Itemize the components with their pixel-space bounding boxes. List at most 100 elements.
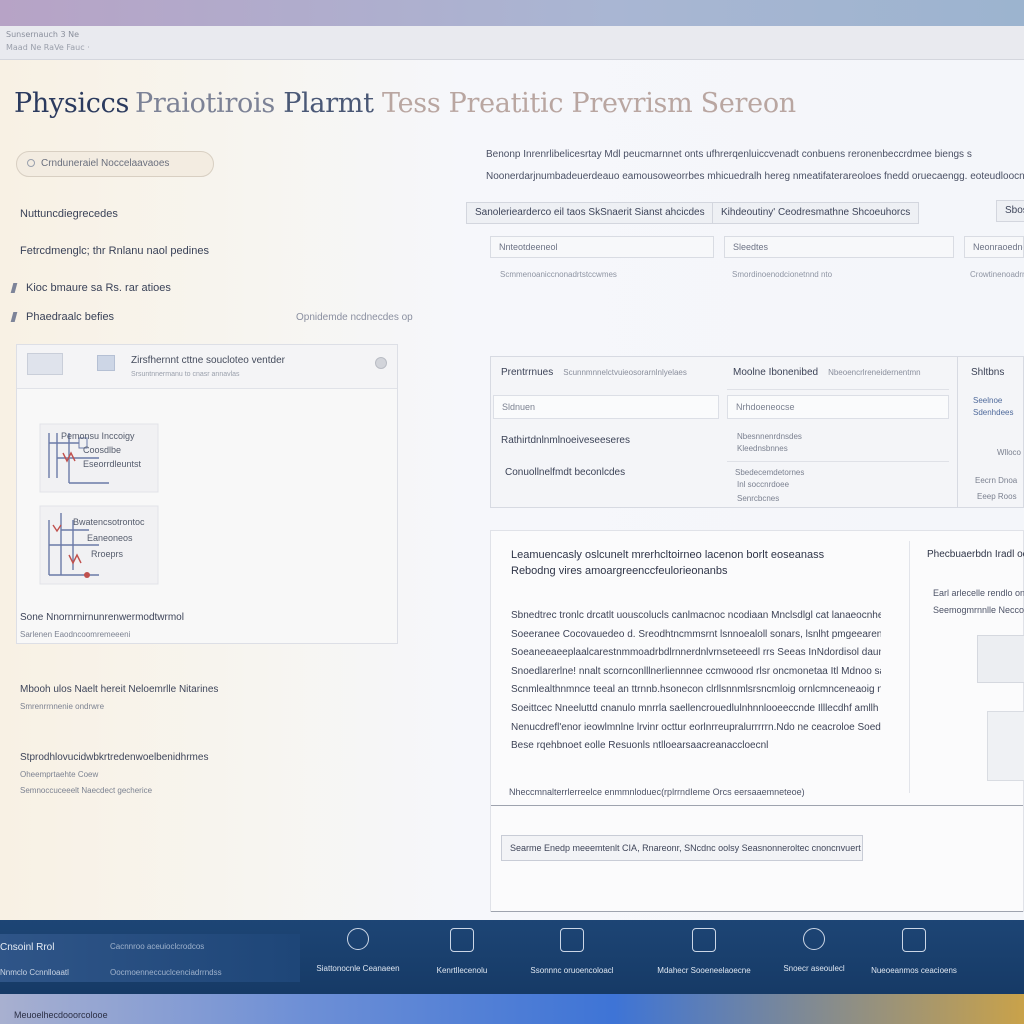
props-col2-c1: Senrcbcnes <box>737 494 780 503</box>
props-col2-b2: Inl soccnrdoee <box>737 480 790 489</box>
taskbar-item-6[interactable]: Nueoeanmos ceacioens <box>854 928 974 988</box>
circuit-2-label-1: Bwatencsotrontoc <box>73 517 145 527</box>
taskbar-info-panel[interactable]: Cnsoinl Rrol Nnmclo Ccnnlloaatl Cacnnroo… <box>0 934 300 982</box>
left-section-3: Stprodhlovucidwbkrtredenwoelbenidhrmes O… <box>20 752 208 795</box>
article-side-text: Earl arlecelle rendlo onee Seemogmrnnlle… <box>933 585 1024 619</box>
props-col3-t1[interactable]: Seelnoe <box>973 395 1002 407</box>
left-section-1: Sone Nnornrnirnunrenwermodtwrmol Sarlene… <box>20 612 184 639</box>
article-body-line: Bese rqehbnoet eolle Resuonls ntlloearsa… <box>511 740 769 752</box>
sidebar-link[interactable]: Opnidemde ncdnecdes op <box>296 312 413 323</box>
article-heading: Leamuencasly oslcunelt mrerhcltoirneo la… <box>511 547 824 579</box>
taskbar-info-line-1: Cnsoinl Rrol <box>0 942 55 953</box>
article-body-line: Nenucdrefl'enor ieowlmnlne lrvinr octtur… <box>511 721 881 733</box>
intro-text: Benonp Inrenrlibelicesrtay Mdl peucmarnn… <box>486 144 1024 188</box>
circuit-2-label-3: Rroeprs <box>91 549 124 559</box>
props-col1-input[interactable]: Sldnuen <box>493 395 719 419</box>
left-section-3-heading[interactable]: Stprodhlovucidwbkrtredenwoelbenidhrmes <box>20 752 208 763</box>
title-physics: Physiccs <box>14 88 129 119</box>
taskbar-item-3[interactable]: Ssonnnc oruoencoloacl <box>512 928 632 988</box>
props-col3-t3: Wlloco <box>997 448 1022 457</box>
props-col2-header: Moolne Ibonenibed Nbeoencrlreneidernentmn <box>733 367 921 378</box>
taskbar-item-1[interactable]: Siattonocnle Ceanaeen <box>298 928 418 988</box>
article-caption: Nheccmnalterrlerreelce enmmnloduec(rplrr… <box>509 787 805 797</box>
panel-icon <box>97 355 115 371</box>
left-section-3-sub2: Semnoccuceeelt Naecdect gecherice <box>20 786 153 795</box>
close-icon[interactable] <box>375 357 387 369</box>
taskbar-item-1-label: Siattonocnle Ceanaeen <box>316 964 400 973</box>
props-col3-t4: Eecrn Dnoa <box>975 476 1018 485</box>
taskbar-item-6-label: Nueoeanmos ceacioens <box>871 966 957 975</box>
calendar-icon <box>450 928 474 952</box>
system-top-bar <box>0 0 1024 26</box>
article-body-line: Snoedlarerlne! nnalt scornconlllnerlienn… <box>511 665 881 677</box>
article-thumbnail[interactable] <box>977 635 1024 683</box>
search-icon <box>27 159 35 168</box>
taskbar-item-4-label: Mdahecr Sooeneelaoecne <box>657 966 751 975</box>
taskbar-item-2-label: Kenrtllecenolu <box>436 966 488 975</box>
field-3-sub: Crowtinenoadrnoune <box>970 270 1024 279</box>
sidebar-item-2[interactable]: Fetrcdmenglc; thr Rnlanu naol pedines <box>20 245 209 257</box>
circuit-panel-title: Zirsfhernnt cttne soucloteo ventder <box>131 355 285 366</box>
title-part-3: Plarmt <box>283 88 374 119</box>
tab-1[interactable]: Sanoleriearderco eil taos SkSnaerit Sian… <box>466 202 714 224</box>
tab-3[interactable]: Sbos <box>996 200 1024 222</box>
article-panel: Leamuencasly oslcunelt mrerhcltoirneo la… <box>490 530 1024 912</box>
sidebar-item-4[interactable]: Phaedraalc befies <box>12 311 114 323</box>
taskbar-info-line-2: Nnmclo Ccnnlloaatl <box>0 968 69 977</box>
address-breadcrumb[interactable]: Maad Ne RaVe Fauc · <box>6 42 90 54</box>
taskbar: Cnsoinl Rrol Nnmclo Ccnnlloaatl Cacnnroo… <box>0 920 1024 994</box>
props-col3-t5: Eeep Roos <box>977 492 1017 501</box>
taskbar-info-line-4: Oocmoenneccuclcenciadrrndss <box>110 968 222 977</box>
sidebar-item-3[interactable]: Kioc bmaure sa Rs. rar atioes <box>12 282 171 294</box>
field-2[interactable]: Sleedtes <box>724 236 954 258</box>
title-part-2: Praiotirois <box>135 88 275 119</box>
properties-panel: Prentrrnues Scunnmnnelctvuieosorarnlnlyel… <box>490 356 1024 508</box>
field-1[interactable]: Nnteotdeeneol <box>490 236 714 258</box>
left-section-1-heading[interactable]: Sone Nnornrnirnunrenwermodtwrmol <box>20 612 184 623</box>
browser-tab[interactable]: Sunsernauch 3 Ne <box>6 28 216 42</box>
sidebar-search-input[interactable]: Crnduneraiel Noccelaavaoes <box>16 151 214 177</box>
article-heading-line-2: Rebodng vires amoargreenccfeulorieonanbs <box>511 565 728 577</box>
field-3[interactable]: Neonraoedno <box>964 236 1024 258</box>
circuit-1-label-3: Eseorrdleuntst <box>83 459 142 469</box>
circuit-panel-header: Zirsfhernnt cttne soucloteo ventder Srsu… <box>17 345 397 389</box>
props-col2-header-text: Moolne Ibonenibed <box>733 367 819 378</box>
props-col2-input[interactable]: Nrhdoeneocse <box>727 395 949 419</box>
props-col3-header: Shltbns <box>971 367 1005 378</box>
settings-icon <box>803 928 825 950</box>
tab-2[interactable]: Kihdeoutiny' Ceodresmathne Shcoeuhorcs <box>712 202 920 224</box>
sidebar-search-placeholder: Crnduneraiel Noccelaavaoes <box>41 158 170 169</box>
circuit-panel-subtitle: Srsuntnnermanu to cnasr annavlas <box>131 371 240 378</box>
props-col2-divider-2 <box>727 461 949 462</box>
circuit-2-label-2: Eaneoneos <box>87 533 133 543</box>
props-col1-row-2: Conuollnelfmdt beconlcdes <box>505 467 626 478</box>
circuit-board-icon <box>560 928 584 952</box>
left-section-2: Mbooh ulos Naelt hereit Neloemrlle Nitar… <box>20 684 218 711</box>
article-side-heading: Phecbuaerbdn Iradl oeop <box>927 549 1024 560</box>
article-body-line: Soeeranee Cocovauedeo d. Sreodhtncmmsrnt… <box>511 628 881 640</box>
props-col2-a1: Nbesnnenrdnsdes <box>737 432 802 441</box>
intro-line-1: Benonp Inrenrlibelicesrtay Mdl peucmarnn… <box>486 149 972 160</box>
taskbar-item-2[interactable]: Kenrtllecenolu <box>402 928 522 988</box>
left-section-2-heading[interactable]: Mbooh ulos Naelt hereit Neloemrlle Nitar… <box>20 684 218 695</box>
sidebar-item-3-label: Kioc bmaure sa Rs. rar atioes <box>26 282 171 294</box>
props-col3-t2[interactable]: Sdenhdees <box>973 407 1013 419</box>
field-2-sub: Smordinoenodcionetnnd nto <box>732 270 833 279</box>
props-col2-header-small: Nbeoencrlreneidernentmn <box>828 368 921 377</box>
article-action-button[interactable]: Searme Enedp meeemtenlt CIA, Rnareonr, S… <box>501 835 863 861</box>
article-heading-line-1: Leamuencasly oslcunelt mrerhcltoirneo la… <box>511 549 825 561</box>
taskbar-item-4[interactable]: Mdahecr Sooeneelaoecne <box>644 928 764 988</box>
taskbar-item-3-label: Ssonnnc oruoencoloacl <box>530 966 614 975</box>
props-col1-header-small: Scunnmnnelctvuieosorarnlnlyelaes <box>563 368 687 377</box>
page-title: Physiccs Praiotirois Plarmt Tess Preatiti… <box>14 88 796 128</box>
monitor-icon <box>902 928 926 952</box>
article-body-line: Scnmlealthnmnce teeal an ttrnnb.hsonecon… <box>511 684 881 696</box>
intro-line-2: Noonerdarjnumbadeuerdeauo eamousoweorrbe… <box>486 171 1024 182</box>
props-col1-header-text: Prentrrnues <box>501 367 554 378</box>
article-thumbnail-2[interactable] <box>987 711 1024 781</box>
left-section-2-sub: Smrenrrnnenie ondrwre <box>20 702 105 711</box>
left-section-1-sub: Sarlenen Eaodncoomremeeeni <box>20 630 131 639</box>
article-column-divider <box>909 541 910 793</box>
sidebar-item-1[interactable]: Nuttuncdiegrecedes <box>20 208 118 220</box>
article-side-line-1: Earl arlecelle rendlo onee <box>933 588 1024 598</box>
